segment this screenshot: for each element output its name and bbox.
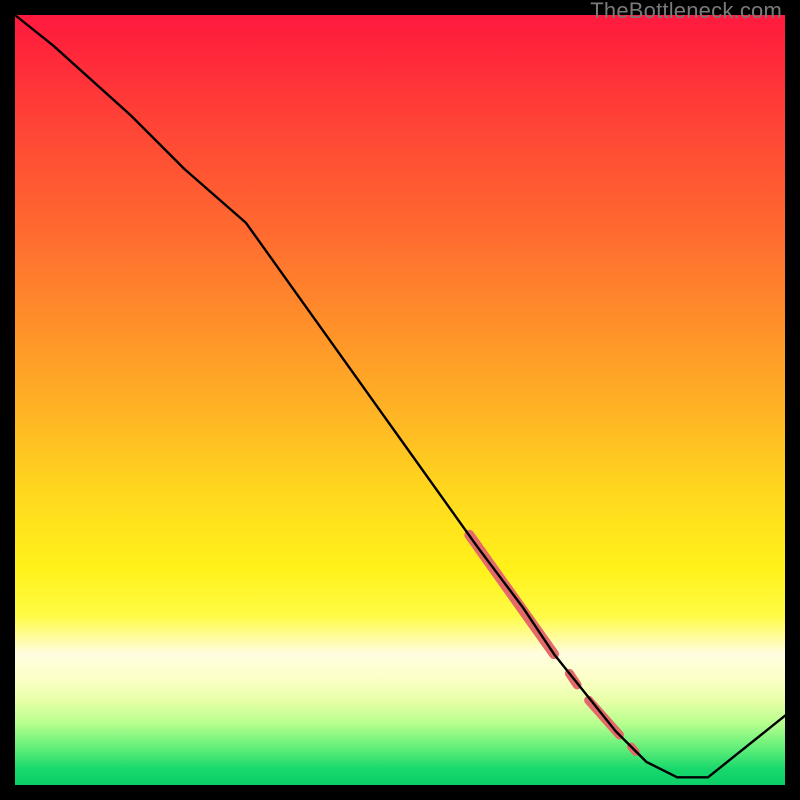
watermark-label: TheBottleneck.com (590, 0, 782, 24)
chart-frame (15, 15, 785, 785)
bottleneck-curve (15, 15, 785, 777)
chart-overlay (15, 15, 785, 785)
